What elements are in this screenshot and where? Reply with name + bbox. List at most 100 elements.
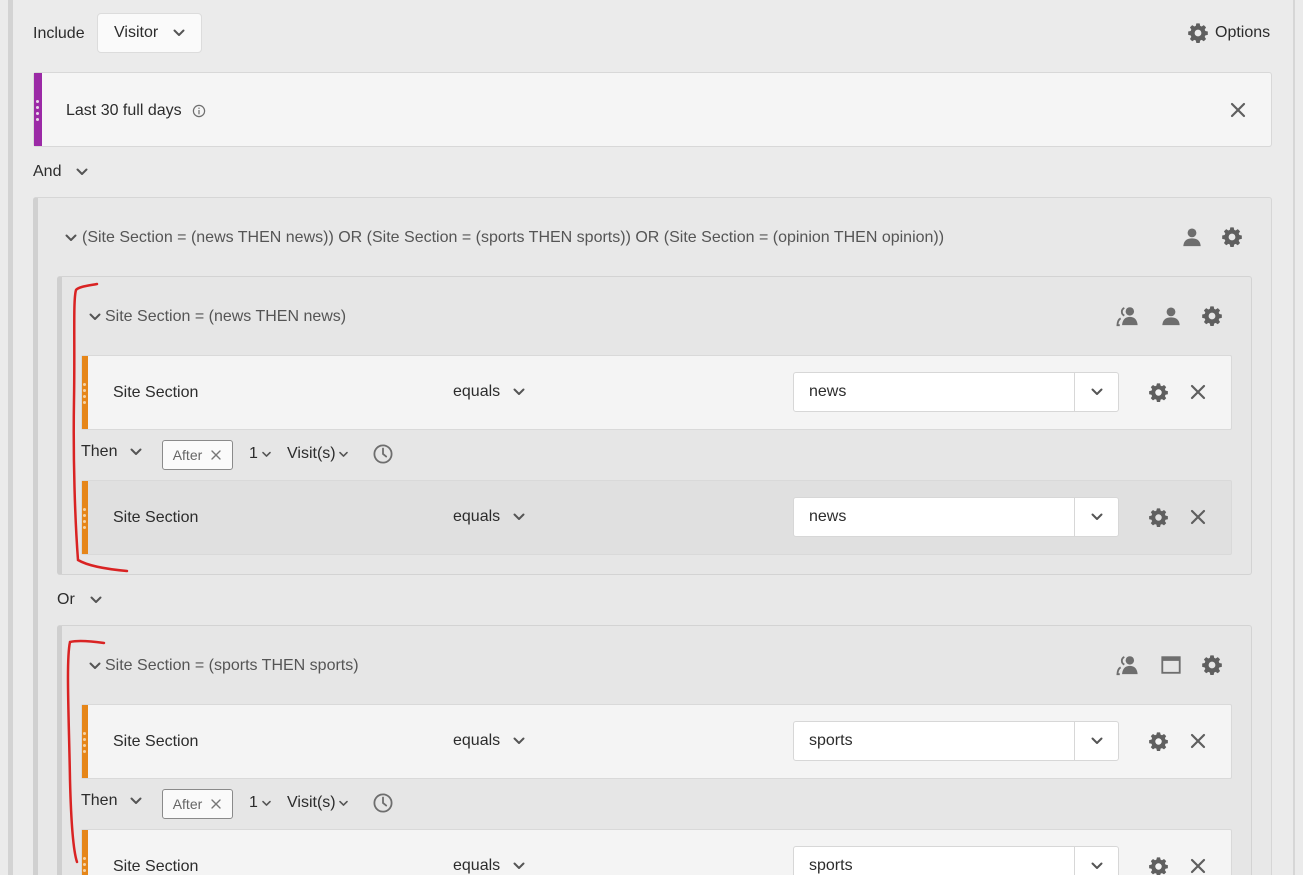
options-button[interactable]: Options <box>1187 22 1270 44</box>
value-dropdown-button[interactable] <box>1074 498 1118 536</box>
after-tag[interactable]: After <box>162 789 233 819</box>
gear-icon[interactable] <box>1148 382 1169 403</box>
dimension-label: Site Section <box>113 858 199 875</box>
clock-icon[interactable] <box>372 443 394 465</box>
and-operator-dropdown[interactable]: And <box>33 163 89 181</box>
count-dropdown[interactable]: 1 <box>249 794 272 812</box>
container-value: Visitor <box>114 24 159 41</box>
person-icon[interactable] <box>1160 305 1182 327</box>
after-label: After <box>172 447 203 463</box>
operator-value: equals <box>453 383 501 400</box>
sports-container: Site Section = (sports THEN sports) Site… <box>57 625 1252 875</box>
chevron-down-icon <box>129 794 143 808</box>
gear-icon[interactable] <box>1148 731 1169 752</box>
date-range-card: Last 30 full days <box>33 72 1272 147</box>
operator-dropdown[interactable]: equals <box>453 383 526 401</box>
close-icon[interactable] <box>1189 732 1207 750</box>
rule-row: Site Section equals sports <box>81 704 1232 779</box>
chevron-down-icon <box>1090 385 1104 399</box>
gear-icon[interactable] <box>1201 654 1223 676</box>
gear-icon[interactable] <box>1148 856 1169 875</box>
unit-dropdown[interactable]: Visit(s) <box>287 445 349 463</box>
drag-dots <box>83 508 87 529</box>
person-icon[interactable] <box>1181 226 1203 248</box>
close-icon[interactable] <box>1189 857 1207 875</box>
collapse-chevron-icon[interactable] <box>64 231 78 245</box>
gear-icon[interactable] <box>1201 305 1223 327</box>
and-label: And <box>33 163 62 180</box>
value-input[interactable]: news <box>794 508 1074 526</box>
info-icon[interactable] <box>192 104 206 118</box>
chevron-down-icon <box>1090 734 1104 748</box>
chevron-down-icon <box>129 445 143 459</box>
drag-dots <box>83 383 87 404</box>
after-label: After <box>172 796 203 812</box>
people-icon[interactable] <box>1116 654 1140 676</box>
value-dropdown-button[interactable] <box>1074 373 1118 411</box>
rule-row: Site Section equals news <box>81 480 1232 555</box>
gear-icon[interactable] <box>1221 226 1243 248</box>
then-label: Then <box>81 443 118 460</box>
dimension-label: Site Section <box>113 384 199 401</box>
unit-dropdown[interactable]: Visit(s) <box>287 794 349 812</box>
date-range-label: Last 30 full days <box>66 102 182 119</box>
count-value: 1 <box>249 794 258 811</box>
gear-icon[interactable] <box>1148 507 1169 528</box>
close-icon[interactable] <box>1189 383 1207 401</box>
count-value: 1 <box>249 445 258 462</box>
chevron-down-icon <box>338 798 349 809</box>
then-dropdown[interactable]: Then <box>81 792 143 810</box>
chevron-down-icon <box>512 510 526 524</box>
close-icon[interactable] <box>1229 101 1247 119</box>
or-operator-dropdown[interactable]: Or <box>57 591 103 609</box>
container-title: Site Section = (sports THEN sports) <box>105 657 359 674</box>
operator-value: equals <box>453 732 501 749</box>
drag-dots <box>83 732 87 753</box>
or-label: Or <box>57 591 75 608</box>
dimension-label: Site Section <box>113 509 199 526</box>
value-combobox[interactable]: sports <box>793 721 1119 761</box>
value-combobox[interactable]: news <box>793 497 1119 537</box>
people-icon[interactable] <box>1116 305 1140 327</box>
after-tag[interactable]: After <box>162 440 233 470</box>
drag-dots <box>36 100 40 121</box>
chevron-down-icon <box>338 449 349 460</box>
outer-container-title: (Site Section = (news THEN news)) OR (Si… <box>82 229 945 246</box>
chevron-down-icon <box>261 449 272 460</box>
collapse-chevron-icon[interactable] <box>88 310 102 324</box>
remove-tag-icon[interactable] <box>210 449 222 461</box>
close-icon[interactable] <box>1189 508 1207 526</box>
container-dropdown[interactable]: Visitor <box>97 13 202 53</box>
then-dropdown[interactable]: Then <box>81 443 143 461</box>
count-dropdown[interactable]: 1 <box>249 445 272 463</box>
value-dropdown-button[interactable] <box>1074 722 1118 760</box>
value-dropdown-button[interactable] <box>1074 847 1118 875</box>
operator-value: equals <box>453 508 501 525</box>
gear-icon <box>1187 22 1209 44</box>
chevron-down-icon <box>75 165 89 179</box>
rule-row: Site Section equals sports <box>81 829 1232 875</box>
operator-dropdown[interactable]: equals <box>453 857 526 875</box>
chevron-down-icon <box>1090 510 1104 524</box>
remove-tag-icon[interactable] <box>210 798 222 810</box>
clock-icon[interactable] <box>372 792 394 814</box>
dimension-label: Site Section <box>113 733 199 750</box>
unit-value: Visit(s) <box>287 794 336 811</box>
value-input[interactable]: sports <box>794 857 1074 875</box>
value-combobox[interactable]: sports <box>793 846 1119 875</box>
value-combobox[interactable]: news <box>793 372 1119 412</box>
rule-row: Site Section equals news <box>81 355 1232 430</box>
value-input[interactable]: sports <box>794 732 1074 750</box>
chevron-down-icon <box>1090 859 1104 873</box>
then-label: Then <box>81 792 118 809</box>
value-input[interactable]: news <box>794 383 1074 401</box>
chevron-down-icon <box>261 798 272 809</box>
collapse-chevron-icon[interactable] <box>88 659 102 673</box>
window-icon[interactable] <box>1160 654 1182 676</box>
chevron-down-icon <box>512 734 526 748</box>
operator-dropdown[interactable]: equals <box>453 508 526 526</box>
left-rail <box>8 0 13 875</box>
operator-dropdown[interactable]: equals <box>453 732 526 750</box>
include-label: Include <box>33 25 85 42</box>
right-scrollbar[interactable] <box>1293 0 1295 875</box>
